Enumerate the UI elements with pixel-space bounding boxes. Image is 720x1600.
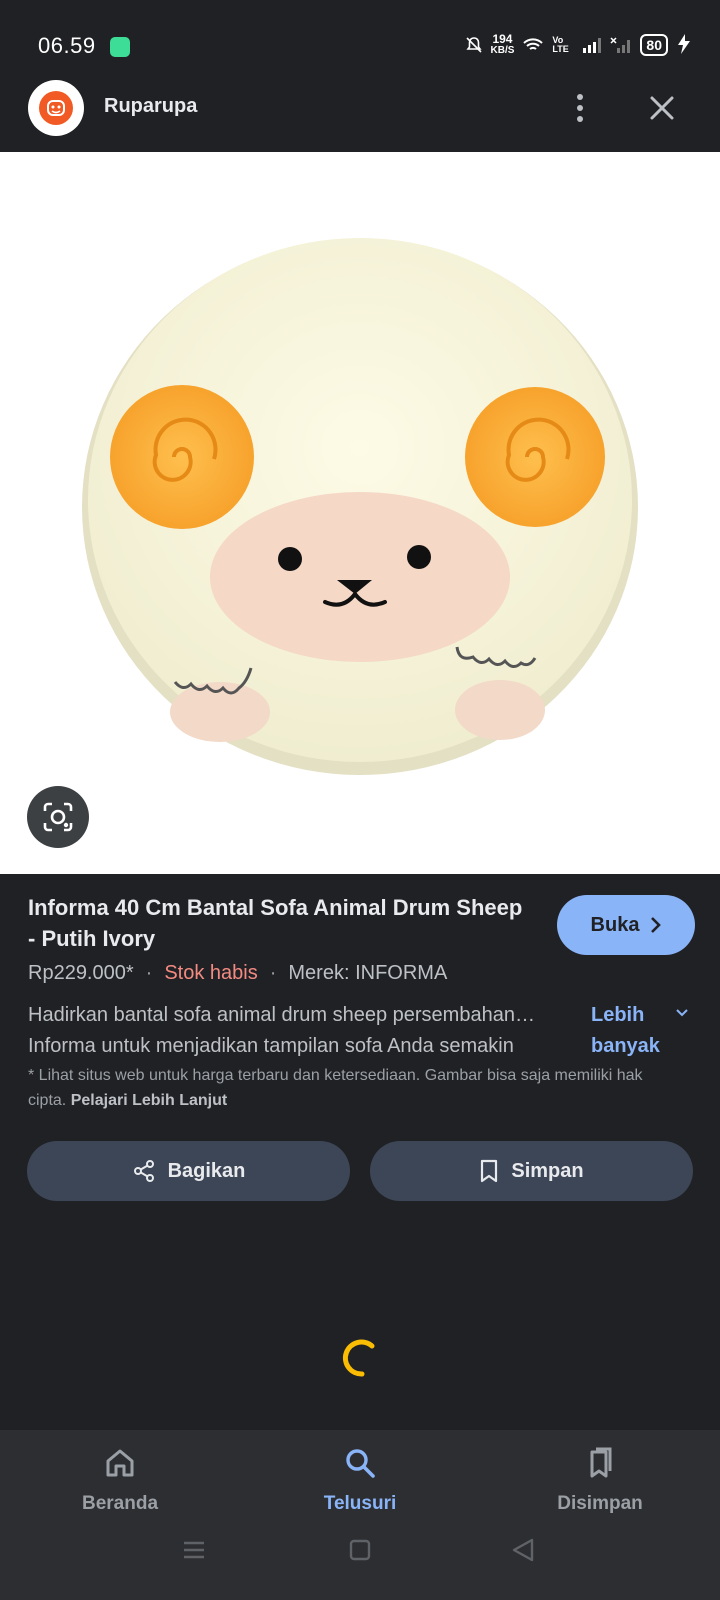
disclaimer: * Lihat situs web untuk harga terbaru da… xyxy=(28,1063,668,1113)
mute-bell-icon xyxy=(465,37,482,53)
back-icon[interactable] xyxy=(512,1538,534,1562)
home-icon xyxy=(106,1449,134,1477)
wifi-icon xyxy=(523,38,544,50)
open-button[interactable]: Buka xyxy=(557,895,695,955)
open-button-label: Buka xyxy=(590,913,640,936)
separator-dot: · xyxy=(269,962,277,984)
more-options-icon[interactable] xyxy=(560,86,600,130)
signal-no-service-icon xyxy=(610,37,631,53)
bookmark-icon xyxy=(481,1159,498,1183)
status-indicators: 194 KB/S Vo LTE 80 xyxy=(465,32,668,56)
more-link-label: Lebih banyak xyxy=(591,1004,660,1057)
home-system-icon[interactable] xyxy=(349,1539,371,1561)
price: Rp229.000* xyxy=(28,962,134,984)
collections-icon xyxy=(590,1447,612,1478)
nav-item-search[interactable]: Telusuri xyxy=(260,1446,460,1515)
search-icon xyxy=(346,1449,375,1478)
share-icon xyxy=(133,1160,154,1182)
description-line: Hadirkan bantal sofa animal drum sheep p… xyxy=(28,1004,535,1026)
product-description: Hadirkan bantal sofa animal drum sheep p… xyxy=(28,1000,568,1062)
description-line: Informa untuk menjadikan tampilan sofa A… xyxy=(28,1035,514,1057)
status-time: 06.59 xyxy=(38,33,96,58)
loading-spinner-icon xyxy=(342,1339,375,1377)
site-logo[interactable] xyxy=(28,80,84,136)
lens-icon xyxy=(43,802,73,832)
google-lens-button[interactable] xyxy=(27,786,89,848)
source-header: Ruparupa xyxy=(0,68,720,152)
share-label: Bagikan xyxy=(167,1159,246,1182)
battery-icon: 80 xyxy=(640,34,668,56)
save-label: Simpan xyxy=(511,1159,584,1182)
close-icon[interactable] xyxy=(640,86,684,130)
nav-item-saved[interactable]: Disimpan xyxy=(500,1446,700,1515)
save-button[interactable]: Simpan xyxy=(370,1141,693,1201)
status-bar: 06.59 194 KB/S Vo LTE 80 xyxy=(0,0,720,68)
chevron-right-icon xyxy=(651,917,662,933)
share-button[interactable]: Bagikan xyxy=(27,1141,350,1201)
site-name[interactable]: Ruparupa xyxy=(104,95,197,118)
stock-status: Stok habis xyxy=(164,962,258,984)
charging-bolt-icon xyxy=(678,34,690,54)
separator-dot: · xyxy=(145,962,153,984)
product-image xyxy=(82,238,638,775)
product-title[interactable]: Informa 40 Cm Bantal Sofa Animal Drum Sh… xyxy=(28,892,528,954)
recents-menu-icon[interactable] xyxy=(184,1541,204,1559)
nav-item-home[interactable]: Beranda xyxy=(20,1446,220,1515)
product-image-viewer[interactable] xyxy=(0,152,720,874)
chat-app-notification-icon xyxy=(110,37,130,57)
more-link[interactable]: Lebih banyak xyxy=(591,1000,671,1062)
ruparupa-logo-icon xyxy=(39,91,73,125)
system-navigation-bar xyxy=(184,1538,534,1562)
brand: Merek: INFORMA xyxy=(288,962,448,984)
product-meta: Rp229.000* · Stok habis · Merek: INFORMA xyxy=(28,962,447,985)
volte-label: Vo LTE xyxy=(552,35,569,54)
network-speed: 194 KB/S xyxy=(490,32,515,56)
signal-icon xyxy=(583,38,602,53)
chevron-down-icon[interactable] xyxy=(675,1008,689,1018)
learn-more-link[interactable]: Pelajari Lebih Lanjut xyxy=(71,1092,227,1109)
